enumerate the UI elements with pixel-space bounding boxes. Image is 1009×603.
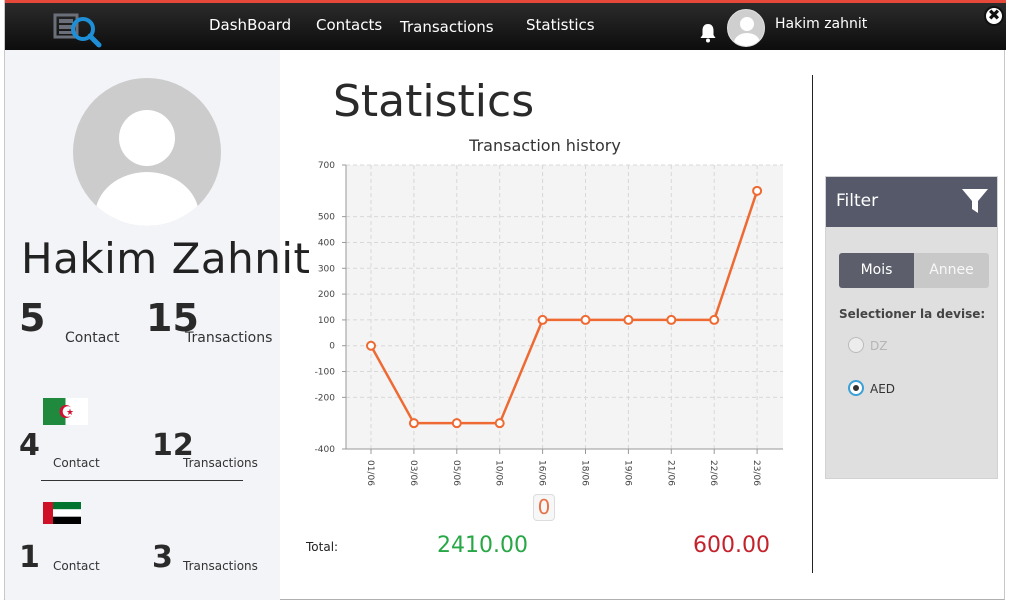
chart-title: Transaction history	[468, 136, 621, 155]
y-tick-label: 200	[318, 290, 335, 300]
segment-month[interactable]: Mois	[839, 253, 914, 288]
nav-statistics[interactable]: Statistics	[526, 16, 595, 34]
profile-sidebar: Hakim Zahnit 5 Contact 15 Transactions 4…	[5, 50, 310, 600]
funnel-icon[interactable]	[961, 187, 989, 215]
data-point[interactable]	[408, 418, 419, 429]
x-tick-label: 23/06	[751, 460, 761, 486]
data-point[interactable]	[666, 314, 677, 325]
dz-contacts-label: Contact	[53, 456, 100, 470]
filter-title: Filter	[836, 191, 879, 211]
dz-contacts-count: 4	[19, 428, 40, 463]
y-tick-label: -100	[315, 368, 336, 378]
y-tick-label: 0	[329, 342, 335, 352]
y-tick-label: 300	[318, 264, 335, 274]
x-tick-label: 16/06	[537, 460, 547, 486]
close-icon[interactable]: ✖	[984, 6, 1004, 26]
data-point[interactable]	[709, 314, 720, 325]
profile-name: Hakim Zahnit	[21, 234, 311, 283]
nav-transactions[interactable]: Transactions	[400, 18, 494, 36]
y-tick-label: -400	[315, 445, 336, 455]
total-transactions-label: Transactions	[185, 330, 273, 346]
ae-contacts-count: 1	[19, 540, 40, 575]
x-tick-label: 21/06	[665, 460, 675, 486]
transaction-history-chart: Transaction history -400 -200 -100 0 100 200 3…	[315, 136, 783, 486]
total-contacts-label: Contact	[65, 330, 120, 346]
y-tick-label: -200	[315, 393, 336, 403]
ae-contacts-label: Contact	[53, 559, 100, 573]
x-tick-label: 10/06	[494, 460, 504, 486]
y-tick-label: 500	[318, 213, 335, 223]
data-point[interactable]	[494, 418, 505, 429]
uae-flag-icon	[43, 502, 81, 524]
zero-indicator[interactable]: 0	[533, 494, 555, 521]
x-tick-label: 03/06	[408, 460, 418, 486]
ae-transactions-count: 3	[152, 540, 173, 575]
data-point[interactable]	[366, 340, 376, 351]
y-tick-label: 400	[318, 238, 335, 248]
data-point[interactable]	[451, 418, 462, 429]
nav-contacts[interactable]: Contacts	[316, 16, 382, 34]
x-tick-label: 05/06	[451, 460, 461, 486]
profile-avatar-icon	[73, 78, 221, 226]
page-title: Statistics	[333, 76, 535, 127]
radio-aed-label: AED	[870, 382, 896, 396]
segment-year[interactable]: Annee	[914, 253, 989, 288]
total-contacts-count: 5	[19, 296, 46, 340]
user-avatar-icon[interactable]	[727, 9, 765, 47]
country-divider	[41, 480, 243, 481]
data-point[interactable]	[752, 185, 763, 196]
total-expense: 600.00	[693, 533, 770, 558]
x-tick-label: 01/06	[365, 460, 375, 486]
filter-panel: Filter Mois Annee Selectioner la devise:…	[825, 176, 998, 479]
x-tick-label: 18/06	[580, 460, 590, 486]
user-name[interactable]: Hakim zahnit	[775, 16, 867, 32]
search-logo-icon[interactable]	[49, 9, 105, 49]
dz-transactions-label: Transactions	[183, 456, 258, 470]
section-divider	[812, 75, 813, 573]
algeria-flag-icon	[43, 398, 88, 425]
x-tick-label: 19/06	[622, 460, 632, 486]
bell-icon[interactable]	[699, 23, 717, 43]
x-tick-label: 22/06	[708, 460, 718, 486]
radio-dz[interactable]	[848, 337, 864, 353]
data-point[interactable]	[623, 314, 634, 325]
top-navigation-bar: DashBoard Contacts Transactions Statisti…	[5, 0, 1006, 50]
nav-dashboard[interactable]: DashBoard	[209, 16, 291, 34]
currency-select-label: Selectioner la devise:	[839, 307, 986, 321]
y-tick-label: 700	[318, 161, 335, 171]
radio-dz-label: DZ	[870, 339, 888, 353]
total-label: Total:	[306, 540, 339, 554]
total-income: 2410.00	[437, 533, 528, 558]
app-window: DashBoard Contacts Transactions Statisti…	[4, 0, 1006, 600]
data-point[interactable]	[537, 314, 548, 325]
filter-header: Filter	[826, 177, 997, 227]
y-tick-label: 100	[318, 316, 335, 326]
data-point[interactable]	[580, 314, 591, 325]
ae-transactions-label: Transactions	[183, 559, 258, 573]
radio-aed[interactable]	[848, 380, 864, 396]
